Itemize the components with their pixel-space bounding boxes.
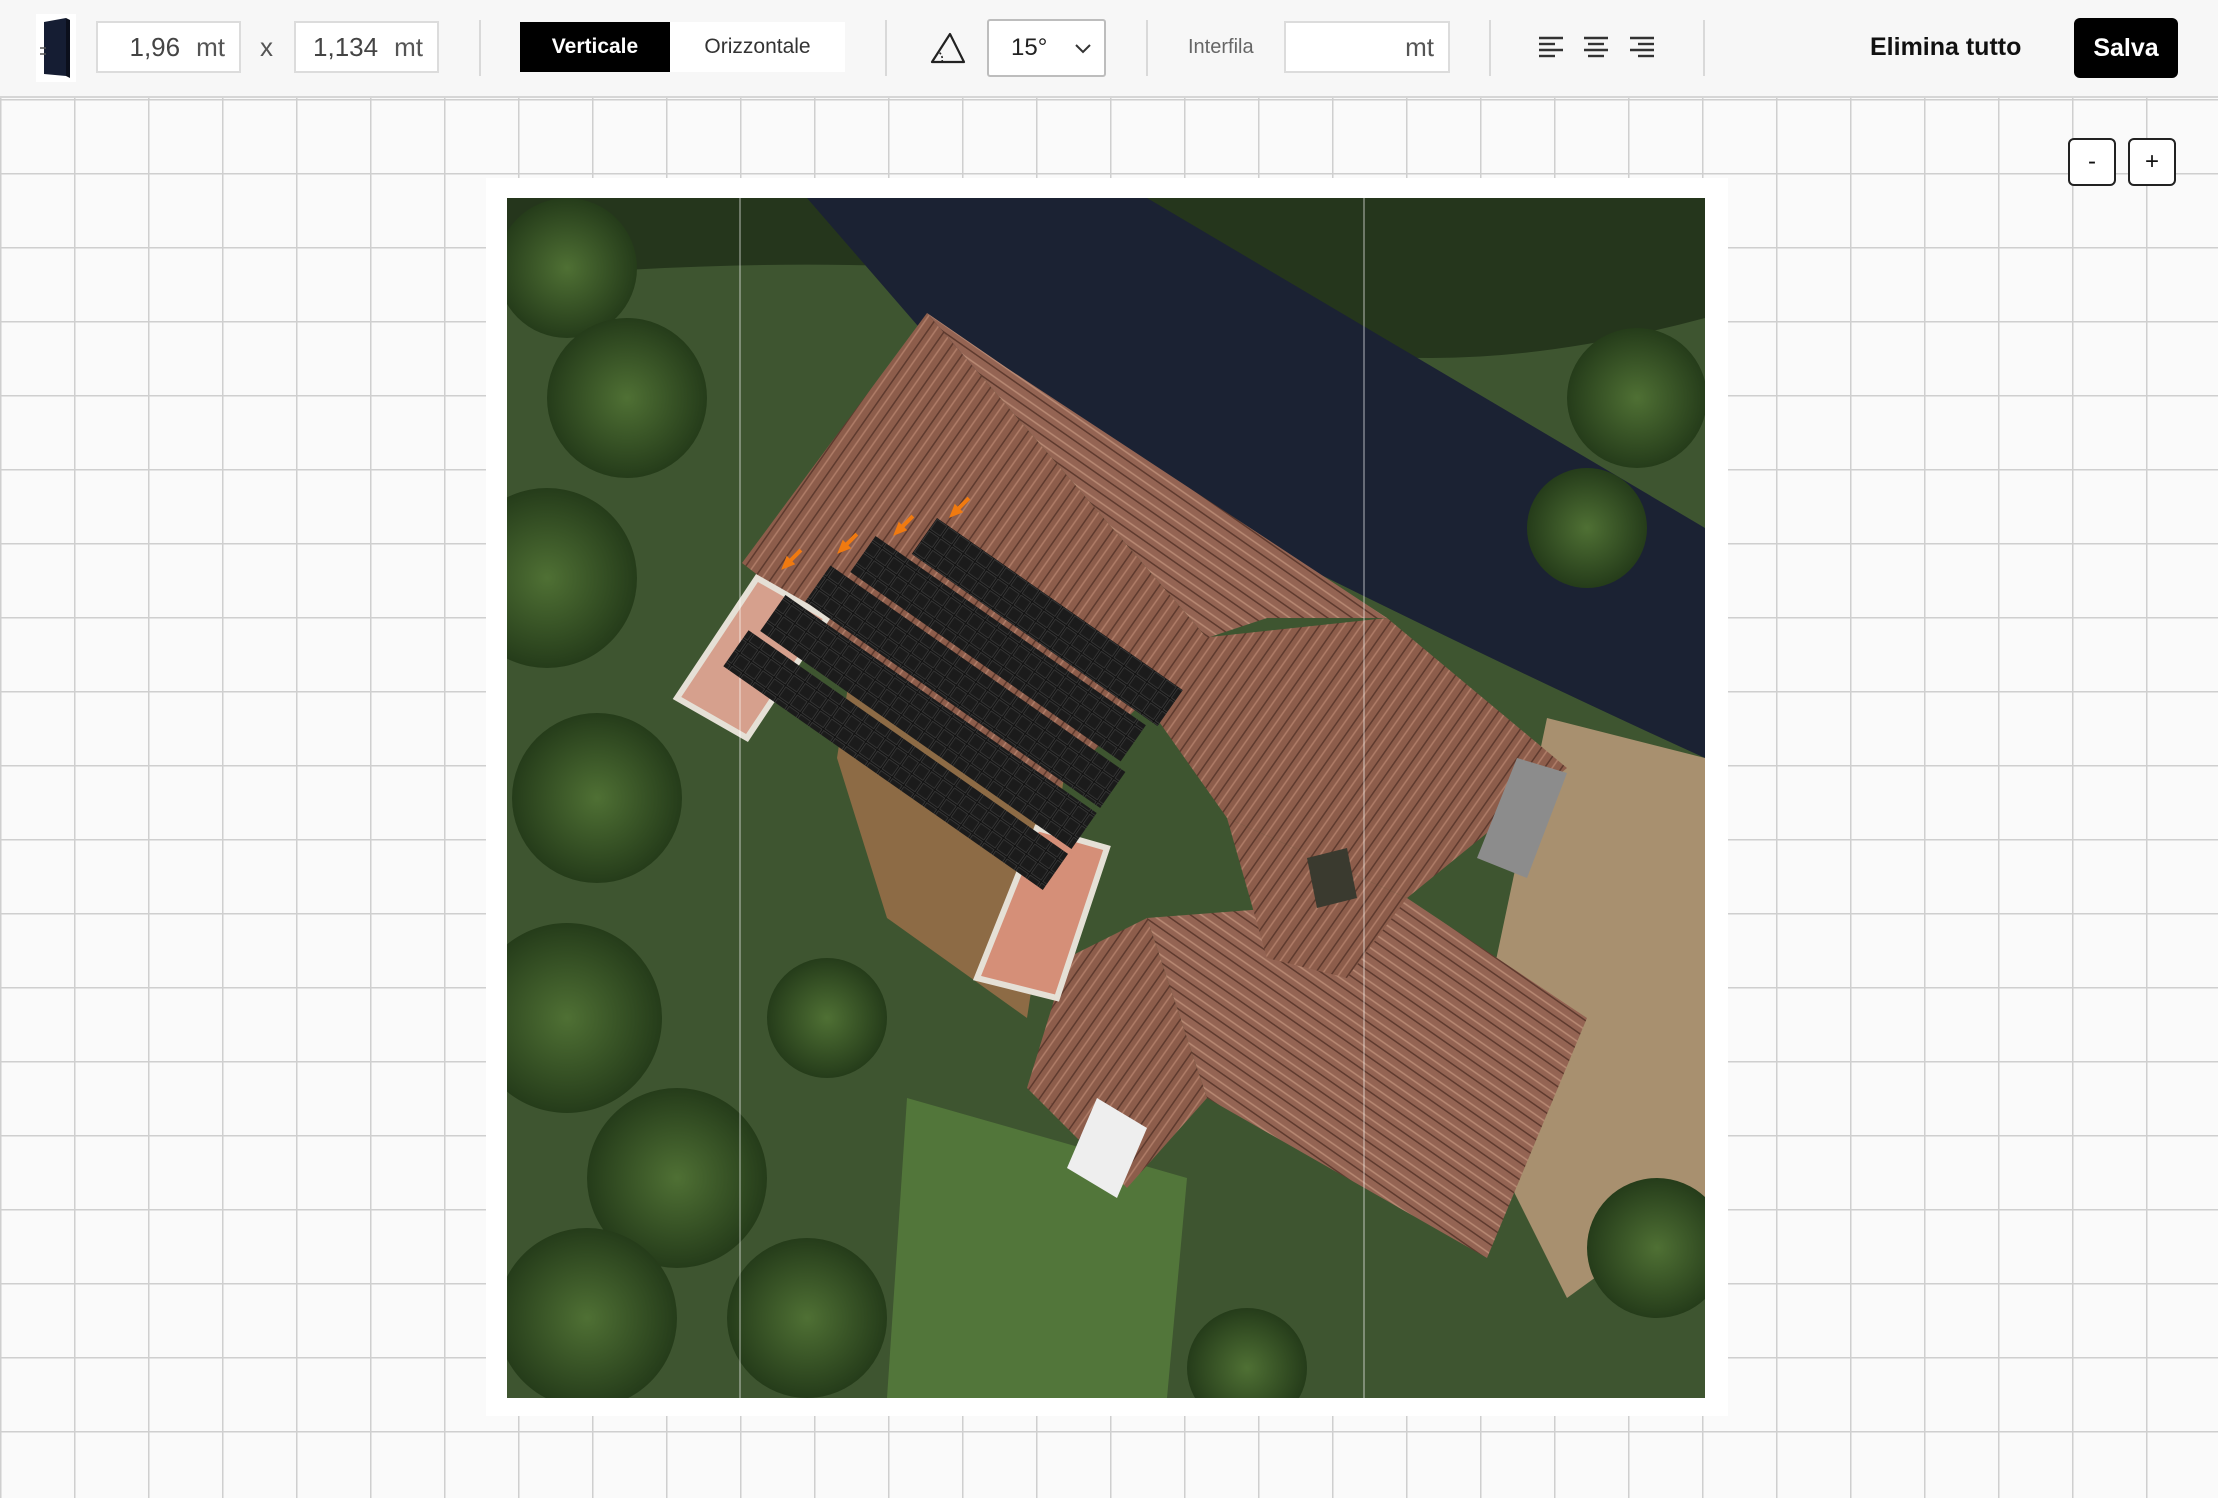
clear-all-button[interactable]: Elimina tutto <box>1870 33 2021 62</box>
orientation-vertical-button[interactable]: Verticale <box>520 22 670 72</box>
tilt-select[interactable]: 15° <box>987 19 1106 77</box>
solar-panel-icon <box>40 18 70 78</box>
orientation-horizontal-button[interactable]: Orizzontale <box>670 22 845 72</box>
panel-thumbnail[interactable] <box>36 14 76 82</box>
chevron-down-icon <box>1072 38 1094 67</box>
panel-height-value: 1,134 <box>313 31 379 62</box>
divider <box>1703 20 1705 76</box>
divider <box>479 20 481 76</box>
save-button[interactable]: Salva <box>2074 18 2178 78</box>
panel-width-field[interactable]: 1,96 mt <box>96 21 241 73</box>
aerial-map[interactable] <box>507 198 1705 1398</box>
panel-width-value: 1,96 <box>129 31 181 62</box>
interfila-label: Interfila <box>1188 36 1254 58</box>
align-right-icon[interactable] <box>1628 33 1656 66</box>
orientation-toggle: Verticale Orizzontale <box>520 22 845 72</box>
toolbar: 1,96 mt x 1,134 mt Verticale Orizzontale… <box>0 0 2218 98</box>
zoom-out-button[interactable]: - <box>2068 138 2116 186</box>
panel-width-unit: mt <box>196 31 225 62</box>
tilt-angle-icon <box>928 30 968 71</box>
divider <box>1489 20 1491 76</box>
align-left-icon[interactable] <box>1537 33 1565 66</box>
interfila-field[interactable]: mt <box>1284 21 1450 73</box>
dimension-separator: x <box>260 32 273 62</box>
divider <box>885 20 887 76</box>
panel-height-unit: mt <box>394 31 423 62</box>
tilt-value: 15° <box>1011 34 1048 61</box>
divider <box>1146 20 1148 76</box>
align-center-icon[interactable] <box>1582 33 1610 66</box>
zoom-in-button[interactable]: + <box>2128 138 2176 186</box>
interfila-unit: mt <box>1405 31 1434 62</box>
panel-height-field[interactable]: 1,134 mt <box>294 21 439 73</box>
